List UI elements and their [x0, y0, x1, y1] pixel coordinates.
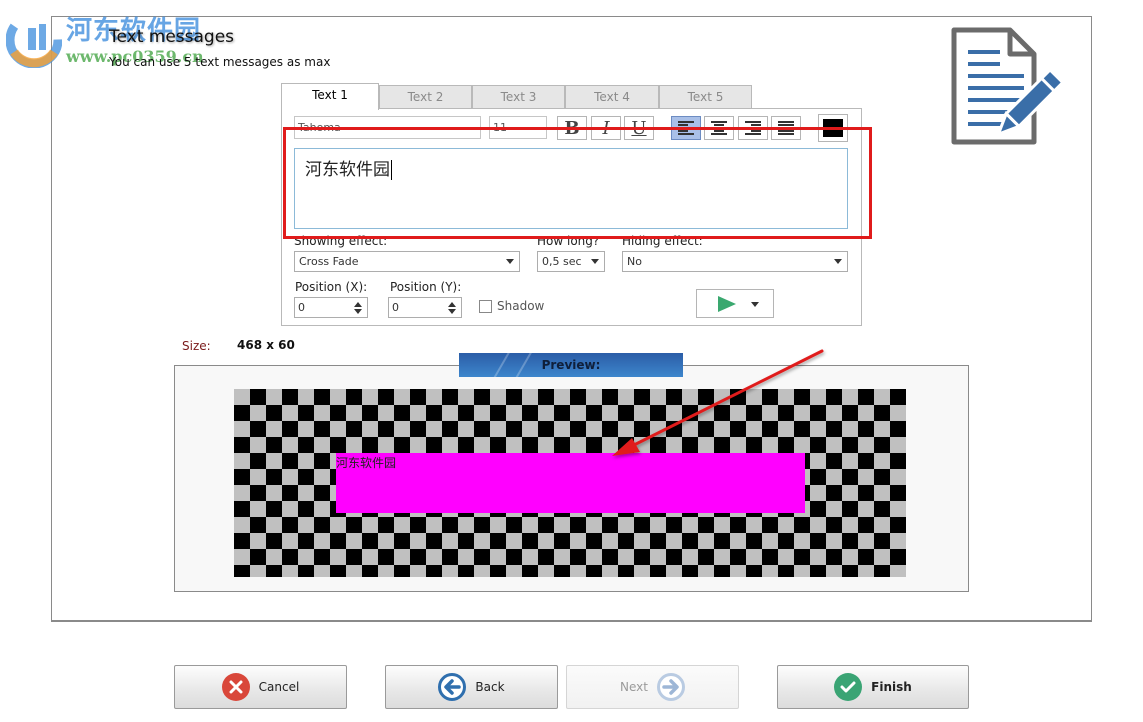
preview-header-label: Preview:	[541, 358, 601, 372]
chevron-down-icon	[591, 259, 599, 264]
align-justify-button[interactable]	[771, 116, 801, 140]
align-center-icon	[711, 121, 727, 135]
align-center-button[interactable]	[704, 116, 734, 140]
spin-down-icon[interactable]	[354, 309, 362, 314]
color-swatch-fill	[823, 119, 843, 137]
cancel-x-icon	[221, 673, 250, 701]
showing-effect-select[interactable]: Cross Fade	[294, 251, 520, 272]
shadow-label: Shadow	[497, 299, 545, 313]
spin-down-icon[interactable]	[448, 309, 456, 314]
page-subtitle: You can use 5 text messages as max	[109, 55, 331, 69]
align-left-icon	[678, 121, 694, 135]
play-icon	[718, 296, 736, 312]
spin-up-icon[interactable]	[448, 302, 456, 307]
message-text: 河东软件园	[305, 160, 390, 180]
back-arrow-icon	[438, 673, 467, 701]
showing-effect-value: Cross Fade	[299, 255, 359, 268]
message-text-input[interactable]: 河东软件园	[294, 148, 848, 229]
hiding-effect-label: Hiding effect:	[622, 234, 703, 248]
preview-header: Preview:	[459, 353, 683, 377]
font-size-field[interactable]: 11	[489, 116, 547, 139]
duration-select[interactable]: 0,5 sec	[537, 251, 605, 272]
position-x-value: 0	[298, 301, 305, 314]
position-y-value: 0	[392, 301, 399, 314]
position-x-spinner[interactable]: 0	[294, 297, 368, 318]
position-x-label: Position (X):	[295, 280, 368, 294]
align-left-button[interactable]	[671, 116, 701, 140]
tab-text-4[interactable]: Text 4	[565, 85, 659, 109]
document-edit-icon	[951, 27, 1065, 145]
hiding-effect-value: No	[627, 255, 642, 268]
header-streak	[508, 353, 536, 377]
back-label: Back	[475, 680, 505, 694]
finish-button[interactable]: Finish	[777, 665, 969, 709]
preview-banner: 河东软件园	[336, 453, 805, 513]
hiding-effect-select[interactable]: No	[622, 251, 848, 272]
finish-label: Finish	[871, 680, 912, 694]
cancel-button[interactable]: Cancel	[174, 665, 347, 709]
spin-up-icon[interactable]	[354, 302, 362, 307]
watermark-logo-icon	[6, 12, 62, 68]
duration-value: 0,5 sec	[542, 255, 582, 268]
text-color-picker[interactable]	[818, 114, 848, 142]
size-label: Size:	[182, 339, 211, 353]
size-value: 468 x 60	[237, 338, 295, 352]
underline-button[interactable]: U	[624, 116, 654, 140]
duration-label: How long?	[537, 234, 600, 248]
bold-button[interactable]: B	[557, 116, 587, 140]
page-title: Text messages	[109, 27, 235, 47]
font-family-field[interactable]: Tahoma	[294, 116, 481, 139]
cancel-label: Cancel	[258, 680, 300, 694]
text-caret	[391, 160, 392, 180]
tab-text-2[interactable]: Text 2	[379, 85, 472, 109]
chevron-down-icon	[506, 259, 514, 264]
align-right-icon	[745, 121, 761, 135]
tab-text-1[interactable]: Text 1	[281, 83, 379, 110]
italic-button[interactable]: I	[591, 116, 621, 140]
tab-text-3[interactable]: Text 3	[472, 85, 565, 109]
tab-text-5[interactable]: Text 5	[659, 85, 752, 109]
chevron-down-icon	[834, 259, 842, 264]
play-preview-button[interactable]	[696, 289, 774, 318]
showing-effect-label: Showing effect:	[294, 234, 388, 248]
align-justify-icon	[778, 121, 794, 135]
header-streak	[486, 353, 514, 377]
shadow-checkbox[interactable]	[479, 300, 492, 313]
next-label: Next	[620, 680, 648, 694]
checkmark-icon	[834, 673, 863, 701]
position-y-spinner[interactable]: 0	[388, 297, 462, 318]
position-y-label: Position (Y):	[390, 280, 462, 294]
next-button[interactable]: Next	[566, 665, 739, 709]
next-arrow-icon	[656, 673, 685, 701]
chevron-down-icon[interactable]	[751, 302, 759, 307]
align-right-button[interactable]	[738, 116, 768, 140]
back-button[interactable]: Back	[385, 665, 558, 709]
